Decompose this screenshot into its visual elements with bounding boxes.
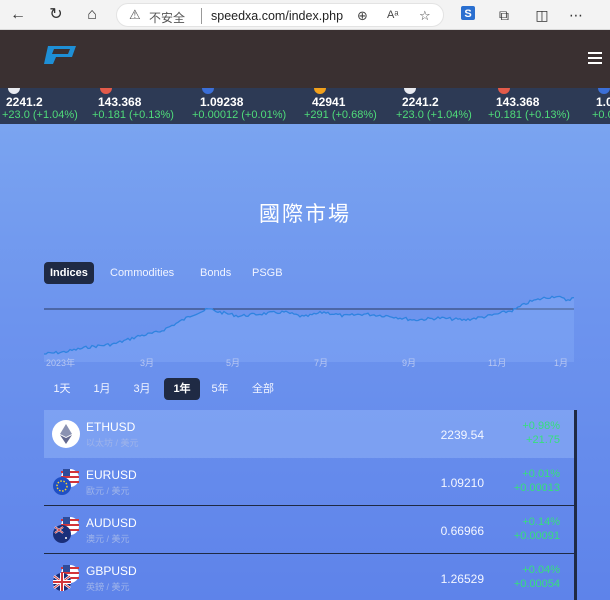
browser-toolbar: ← ↻ ⌂ ⚠ 不安全 speedxa.com/index.php ⊕ Aᵃ ☆… xyxy=(0,0,610,30)
market-description: 以太坊 / 美元 xyxy=(86,438,139,448)
ticker-change: +291 (+0.68%) xyxy=(304,109,377,121)
warning-icon: ⚠ xyxy=(129,7,141,22)
market-description: 英鎊 / 美元 xyxy=(86,582,130,592)
tab-commodities[interactable]: Commodities xyxy=(104,262,180,284)
market-change-percent: +0.01% xyxy=(522,468,560,480)
price-ticker: 2241.2 +23.0 (+1.04%) 143.368 +0.181 (+0… xyxy=(0,88,610,124)
tab-indices[interactable]: Indices xyxy=(44,262,94,284)
ticker-price: 2241.2 xyxy=(402,95,439,109)
insecure-label: 不安全 xyxy=(149,11,186,25)
market-symbol: GBPUSD xyxy=(86,564,137,578)
address-separator xyxy=(201,8,202,24)
address-bar[interactable]: ⚠ 不安全 speedxa.com/index.php ⊕ Aᵃ ☆ xyxy=(116,3,444,27)
index-line-chart[interactable] xyxy=(44,292,574,362)
x-tick-label: 9月 xyxy=(402,358,417,368)
favorite-star-icon[interactable]: ☆ xyxy=(419,8,431,24)
ticker-change: +0.181 (+0.13%) xyxy=(92,109,174,121)
market-change-abs: +0.00091 xyxy=(513,530,560,542)
market-symbol: EURUSD xyxy=(86,468,137,482)
market-change-percent: +0.14% xyxy=(522,516,560,528)
range-5y-button[interactable]: 5年 xyxy=(206,378,234,400)
ticker-price: 2241.2 xyxy=(6,95,43,109)
svg-text:S: S xyxy=(464,8,471,20)
list-item[interactable]: EURUSD 歐元 / 美元 1.09210 +0.01% +0.00013 xyxy=(44,458,574,506)
ticker-dot-icon xyxy=(202,88,214,94)
market-change-percent: +0.04% xyxy=(522,564,560,576)
site-header xyxy=(0,30,610,88)
markets-section: 國際市場 Indices Commodities Bonds PSGB 2023… xyxy=(0,124,610,600)
read-aloud-icon[interactable]: Aᵃ xyxy=(387,9,398,21)
ticker-dot-icon xyxy=(498,88,510,94)
x-tick-label: 11月 xyxy=(488,358,507,368)
chart-area-fill xyxy=(44,296,574,362)
range-1m-button[interactable]: 1月 xyxy=(88,378,116,400)
market-price: 1.26529 xyxy=(440,572,484,586)
uk-us-flag-icon xyxy=(53,565,79,591)
list-item[interactable]: ETHUSD 以太坊 / 美元 2239.54 +0.98% +21.75 xyxy=(44,410,574,458)
ticker-change: +23.0 (+1.04%) xyxy=(2,109,78,121)
market-description: 澳元 / 美元 xyxy=(86,534,130,544)
range-1d-button[interactable]: 1天 xyxy=(48,378,76,400)
more-icon[interactable]: ⋯ xyxy=(566,5,586,25)
x-tick-label: 5月 xyxy=(226,358,241,368)
au-us-flag-icon xyxy=(53,517,79,543)
ticker-change: +0.0 xyxy=(592,109,610,121)
range-3m-button[interactable]: 3月 xyxy=(128,378,156,400)
eu-us-flag-icon xyxy=(53,469,79,495)
ticker-dot-icon xyxy=(100,88,112,94)
ticker-dot-icon xyxy=(314,88,326,94)
range-all-button[interactable]: 全部 xyxy=(246,378,280,400)
ethereum-icon xyxy=(52,420,80,448)
ticker-change: +23.0 (+1.04%) xyxy=(396,109,472,121)
market-change-abs: +0.00054 xyxy=(513,578,560,590)
extensions-icon[interactable]: ⧉ xyxy=(494,5,514,25)
page-title: 國際市場 xyxy=(259,202,351,226)
reload-icon[interactable]: ↻ xyxy=(46,5,66,25)
ticker-price: 143.368 xyxy=(98,95,142,109)
market-change-percent: +0.98% xyxy=(522,420,560,432)
ticker-price: 42941 xyxy=(312,95,346,109)
market-price: 0.66966 xyxy=(440,524,484,538)
list-scrollbar[interactable] xyxy=(574,410,577,600)
market-change-abs: +0.00013 xyxy=(513,482,560,494)
tab-psgb[interactable]: PSGB xyxy=(246,262,289,284)
ticker-change: +0.181 (+0.13%) xyxy=(488,109,570,121)
market-symbol: ETHUSD xyxy=(86,420,136,434)
market-description: 歐元 / 美元 xyxy=(86,486,130,496)
x-tick-label: 3月 xyxy=(140,358,155,368)
ticker-dot-icon xyxy=(404,88,416,94)
extension-s-icon[interactable]: S xyxy=(458,5,478,25)
list-item[interactable]: GBPUSD 英鎊 / 美元 1.26529 +0.04% +0.00054 xyxy=(44,554,574,600)
split-screen-icon[interactable]: ◫ xyxy=(532,5,552,25)
zoom-icon[interactable]: ⊕ xyxy=(357,8,368,24)
range-1y-button[interactable]: 1年 xyxy=(164,378,200,400)
tab-bonds[interactable]: Bonds xyxy=(194,262,237,284)
home-icon[interactable]: ⌂ xyxy=(82,5,102,25)
ticker-price: 1.0 xyxy=(596,95,610,109)
market-change-abs: +21.75 xyxy=(526,434,560,446)
market-symbol: AUDUSD xyxy=(86,516,137,530)
site-logo[interactable] xyxy=(42,44,78,66)
market-price: 1.09210 xyxy=(440,476,484,490)
back-icon[interactable]: ← xyxy=(8,5,28,25)
x-tick-label: 2023年 xyxy=(46,358,76,368)
x-tick-label: 7月 xyxy=(314,358,329,368)
ticker-price: 1.09238 xyxy=(200,95,244,109)
ticker-price: 143.368 xyxy=(496,95,540,109)
hamburger-menu-icon[interactable] xyxy=(588,52,602,67)
market-price: 2239.54 xyxy=(440,428,484,442)
list-item[interactable]: AUDUSD 澳元 / 美元 0.66966 +0.14% +0.00091 xyxy=(44,506,574,554)
ticker-dot-icon xyxy=(598,88,610,94)
x-tick-label: 1月 xyxy=(554,358,569,368)
ticker-change: +0.00012 (+0.01%) xyxy=(192,109,287,121)
url-text[interactable]: speedxa.com/index.php xyxy=(211,9,343,23)
ticker-dot-icon xyxy=(8,88,20,94)
